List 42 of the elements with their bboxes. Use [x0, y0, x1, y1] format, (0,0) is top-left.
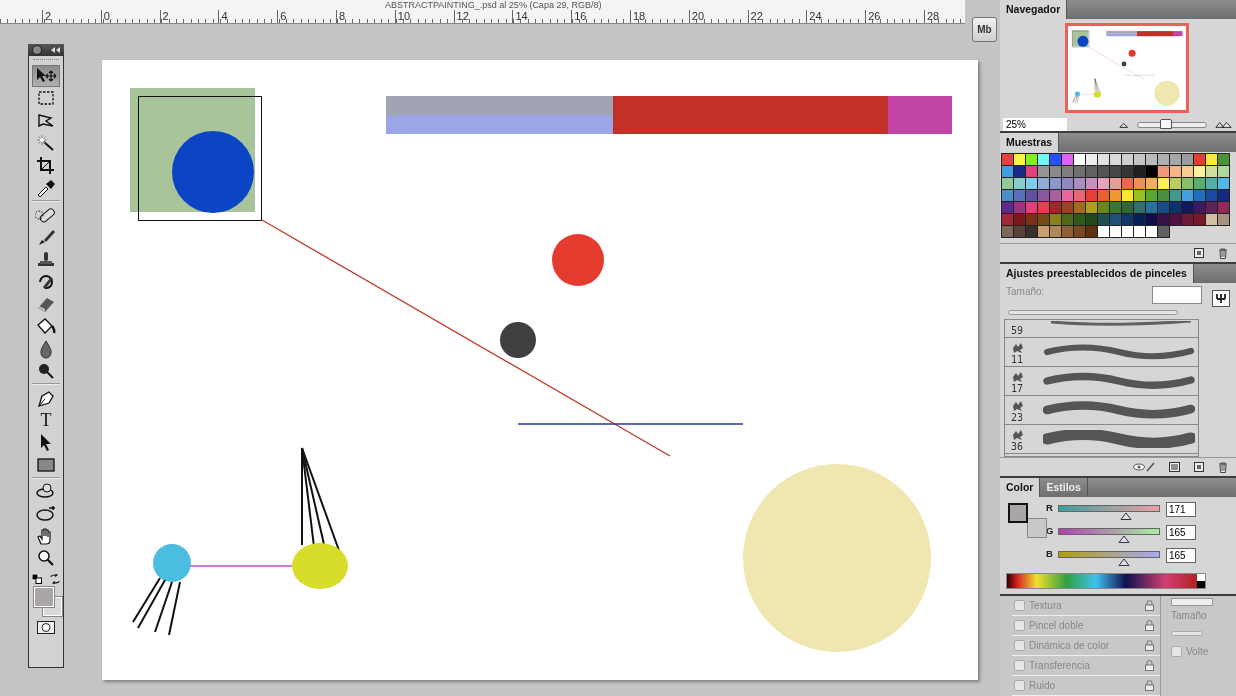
- ruler-label: 0: [103, 10, 110, 22]
- navigator-tab[interactable]: Navegador: [1000, 0, 1068, 19]
- ruler-label: 6: [280, 10, 287, 22]
- ruler-label: 14: [515, 10, 528, 22]
- brush-presets-tab[interactable]: Ajustes preestablecidos de pinceles: [1000, 264, 1194, 284]
- size-label: Tamaño: [1171, 610, 1208, 621]
- document-title: ABSTRACTPAINTING_.psd al 25% (Capa 29, RGB/8): [384, 0, 603, 10]
- channel-value-field[interactable]: 171: [1166, 502, 1196, 518]
- ruler-label: 16: [574, 10, 587, 22]
- ruler-label: 10: [397, 10, 411, 22]
- size-label: Tamaño:: [1006, 286, 1045, 298]
- ruler-label: 12: [456, 10, 469, 22]
- channel-value-field[interactable]: 165: [1166, 548, 1196, 564]
- brush-preset[interactable]: 59: [1005, 320, 1198, 339]
- ruler-label: 2: [162, 10, 169, 22]
- channel-value-field[interactable]: 165: [1166, 525, 1196, 541]
- swatches-tab[interactable]: Muestras: [1000, 133, 1060, 152]
- brush-size: 36: [1011, 441, 1025, 453]
- zoom-field[interactable]: 25%: [1003, 118, 1067, 131]
- ruler-label: 2: [45, 10, 52, 22]
- ruler-label: 28: [926, 10, 940, 22]
- brush-size: 59: [1011, 325, 1025, 337]
- ruler-label: 20: [691, 10, 704, 22]
- panel-tab[interactable]: Color: [1000, 478, 1041, 498]
- ruler-label: 4: [221, 10, 228, 22]
- channel-label: B: [1046, 548, 1054, 560]
- ruler-label: 26: [868, 10, 881, 22]
- panel-tab[interactable]: Estilos: [1040, 478, 1088, 498]
- ruler-label: 24: [809, 10, 822, 22]
- brush-size: 23: [1011, 412, 1025, 424]
- ruler-label: 18: [632, 10, 646, 22]
- channel-label: R: [1046, 502, 1054, 514]
- ruler-label: 8: [339, 10, 346, 22]
- ruler-label: 22: [750, 10, 763, 22]
- brush-size: 17: [1011, 383, 1025, 395]
- brush-preset[interactable]: 11: [1005, 338, 1198, 368]
- tool-button[interactable]: T: [32, 408, 60, 432]
- brush-preset[interactable]: 23: [1005, 396, 1198, 426]
- mini-bridge-button[interactable]: Mb: [972, 17, 997, 42]
- brush-preset[interactable]: 36: [1005, 425, 1198, 455]
- brush-size: 11: [1011, 354, 1025, 366]
- brush-preset[interactable]: 17: [1005, 367, 1198, 397]
